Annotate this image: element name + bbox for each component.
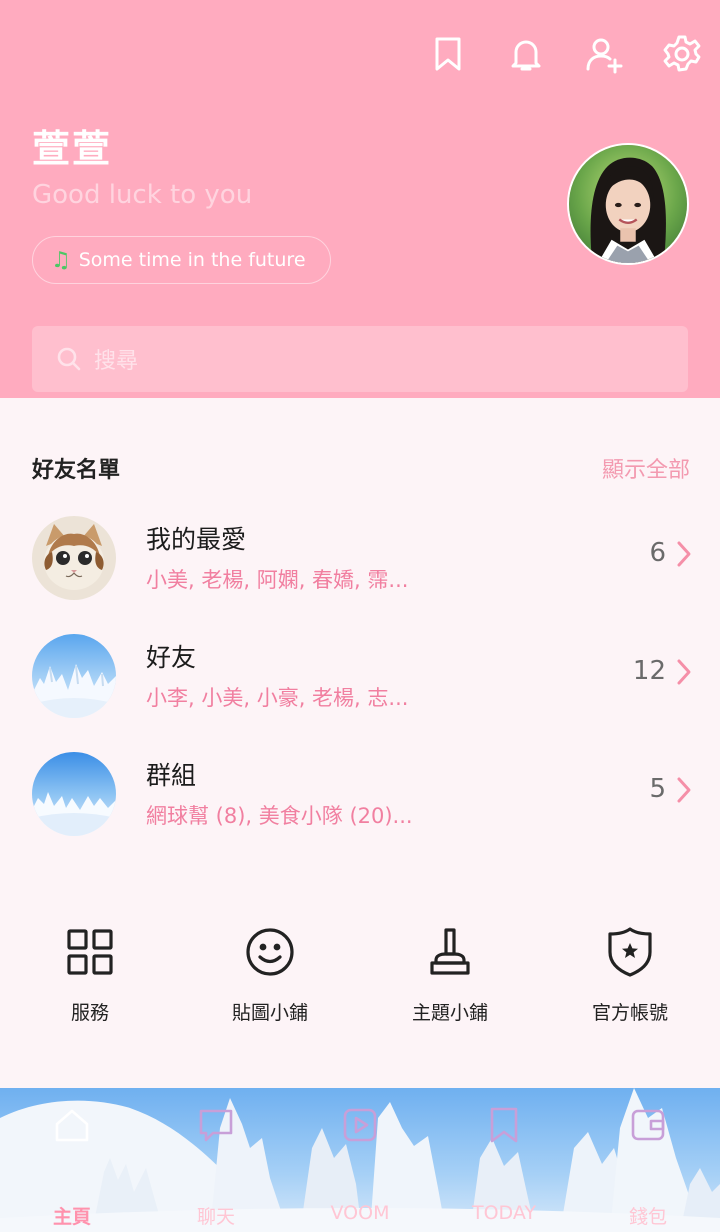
nav-wallet-label: 錢包: [628, 1206, 667, 1228]
profile-header: 萱萱 Good luck to you ♫ Some time in the f…: [0, 0, 720, 398]
status-message[interactable]: Good luck to you: [32, 180, 252, 210]
bell-icon: [511, 40, 541, 71]
official-accounts-label: 官方帳號: [591, 1002, 668, 1024]
nav-today-label: TODAY: [472, 1202, 536, 1224]
notifications-button[interactable]: [504, 32, 548, 76]
bottom-navigation: 主頁 聊天 VOOM TODAY 錢包: [0, 1088, 720, 1232]
services-label: 服務: [70, 1002, 109, 1024]
play-icon: [343, 1108, 377, 1142]
list-item-count: 6: [649, 538, 666, 568]
nav-chats-label: 聊天: [196, 1206, 235, 1228]
sticker-shop-label: 貼圖小鋪: [231, 1002, 308, 1024]
settings-button[interactable]: [660, 32, 704, 76]
list-item-count: 5: [649, 774, 666, 804]
friends-section-title: 好友名單: [32, 458, 121, 483]
bookmark-button[interactable]: [426, 32, 470, 76]
theme-shop-label: 主題小鋪: [411, 1002, 488, 1024]
nav-voom[interactable]: VOOM: [288, 1088, 432, 1232]
search-input[interactable]: 搜尋: [32, 326, 688, 392]
add-friend-icon: [586, 38, 623, 74]
nav-home[interactable]: 主頁: [0, 1088, 144, 1232]
services-bar: 服務 貼圖小鋪 主題小鋪 官方帳號: [0, 926, 720, 1025]
chevron-right-icon: [677, 777, 691, 803]
profile-music-title: Some time in the future: [78, 249, 306, 271]
bookmark-icon: [435, 37, 461, 71]
list-item-favorites[interactable]: 我的最愛 小美, 老楊, 阿嫻, 春嬌, 霈... 6: [0, 508, 720, 608]
services-button[interactable]: 服務: [0, 926, 180, 1025]
show-all-link[interactable]: 顯示全部: [602, 452, 690, 484]
chevron-right-icon: [677, 541, 691, 567]
smiley-icon: [246, 928, 294, 976]
list-item-count: 12: [632, 656, 666, 686]
favorites-thumbnail: [32, 516, 116, 600]
profile-music-button[interactable]: ♫ Some time in the future: [32, 236, 331, 284]
nav-home-label: 主頁: [52, 1206, 91, 1228]
list-item-friends[interactable]: 好友 小李, 小美, 小豪, 老楊, 志... 12: [0, 626, 720, 726]
official-accounts-button[interactable]: 官方帳號: [540, 926, 720, 1025]
nav-today[interactable]: TODAY: [432, 1088, 576, 1232]
wallet-icon: [631, 1109, 665, 1141]
list-item-title: 群組: [146, 761, 197, 790]
friends-thumbnail: [32, 634, 116, 718]
search-placeholder: 搜尋: [94, 349, 139, 374]
avatar-photo: [569, 145, 687, 263]
search-icon: [57, 347, 81, 371]
nav-items: 主頁 聊天 VOOM TODAY 錢包: [0, 1088, 720, 1232]
chevron-right-icon: [677, 659, 691, 685]
chat-icon: [199, 1109, 233, 1142]
gear-icon: [663, 35, 701, 72]
add-friend-button[interactable]: [582, 32, 626, 76]
list-item-title: 我的最愛: [146, 525, 247, 554]
shield-star-icon: [608, 927, 652, 977]
list-item-members: 小美, 老楊, 阿嫻, 春嬌, 霈...: [146, 568, 409, 592]
list-item-members: 小李, 小美, 小豪, 老楊, 志...: [146, 686, 409, 710]
sticker-shop-button[interactable]: 貼圖小鋪: [180, 926, 360, 1025]
grid-icon: [67, 929, 113, 975]
groups-thumbnail: [32, 752, 116, 836]
list-item-groups[interactable]: 群組 網球幫 (8), 美食小隊 (20)... 5: [0, 744, 720, 844]
music-note-icon: ♫: [51, 247, 71, 273]
nav-voom-label: VOOM: [330, 1202, 390, 1224]
nav-chats[interactable]: 聊天: [144, 1088, 288, 1232]
brush-icon: [430, 928, 470, 975]
list-item-members: 網球幫 (8), 美食小隊 (20)...: [146, 804, 413, 828]
theme-shop-button[interactable]: 主題小鋪: [360, 926, 540, 1025]
profile-name[interactable]: 萱萱: [32, 118, 112, 173]
nav-wallet[interactable]: 錢包: [576, 1088, 720, 1232]
profile-avatar[interactable]: [567, 143, 689, 265]
list-item-title: 好友: [146, 643, 197, 672]
home-icon: [55, 1109, 89, 1142]
header-toolbar: [426, 32, 704, 76]
news-icon: [490, 1107, 518, 1143]
